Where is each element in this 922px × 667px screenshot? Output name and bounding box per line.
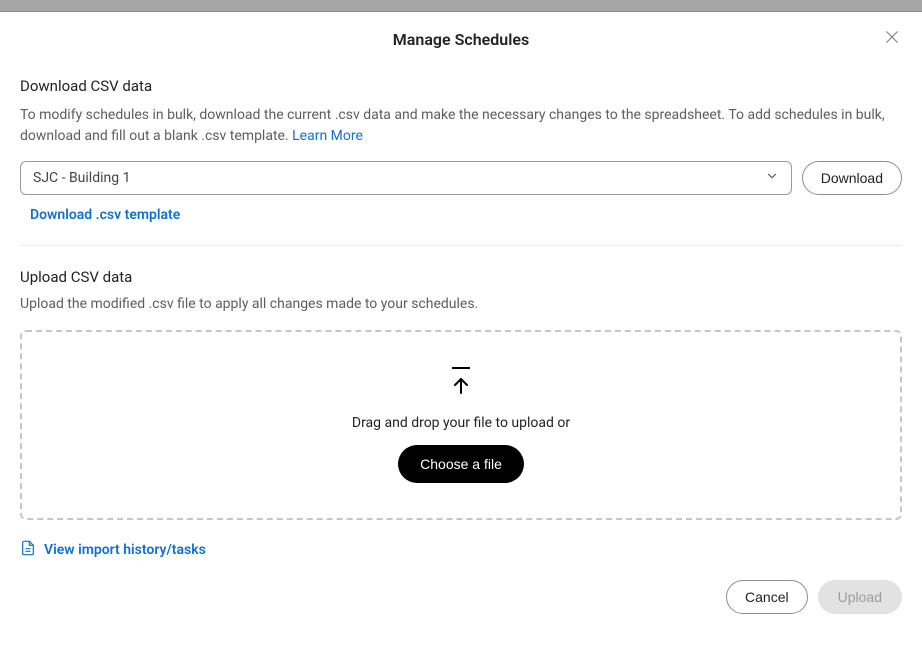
download-section-title: Download CSV data: [20, 77, 902, 95]
section-divider: [20, 245, 902, 246]
download-template-link[interactable]: Download .csv template: [20, 207, 902, 223]
location-row: SJC - Building 1 Download: [20, 161, 902, 195]
upload-button: Upload: [818, 580, 902, 614]
cancel-button[interactable]: Cancel: [726, 580, 808, 614]
modal-footer: Cancel Upload: [20, 580, 902, 614]
document-icon: [20, 540, 36, 560]
window-titlebar-strip: [0, 0, 922, 12]
download-button[interactable]: Download: [802, 161, 902, 195]
drop-text: Drag and drop your file to upload or: [352, 415, 570, 431]
modal-title: Manage Schedules: [20, 30, 902, 49]
close-icon[interactable]: [882, 28, 902, 48]
view-import-history-link[interactable]: View import history/tasks: [20, 540, 902, 560]
location-select[interactable]: SJC - Building 1: [20, 161, 792, 195]
choose-file-button[interactable]: Choose a file: [398, 445, 524, 483]
upload-section-title: Upload CSV data: [20, 268, 902, 286]
manage-schedules-modal: Manage Schedules Download CSV data To mo…: [0, 12, 922, 626]
download-description: To modify schedules in bulk, download th…: [20, 105, 902, 147]
download-description-text: To modify schedules in bulk, download th…: [20, 107, 885, 144]
upload-description: Upload the modified .csv file to apply a…: [20, 296, 902, 312]
learn-more-link[interactable]: Learn More: [292, 128, 363, 144]
upload-dropzone[interactable]: Drag and drop your file to upload or Cho…: [20, 330, 902, 520]
chevron-down-icon: [765, 169, 779, 187]
upload-icon: [449, 367, 473, 401]
view-import-history-label: View import history/tasks: [44, 542, 206, 558]
location-select-value: SJC - Building 1: [33, 170, 130, 186]
modal-header: Manage Schedules: [20, 30, 902, 49]
